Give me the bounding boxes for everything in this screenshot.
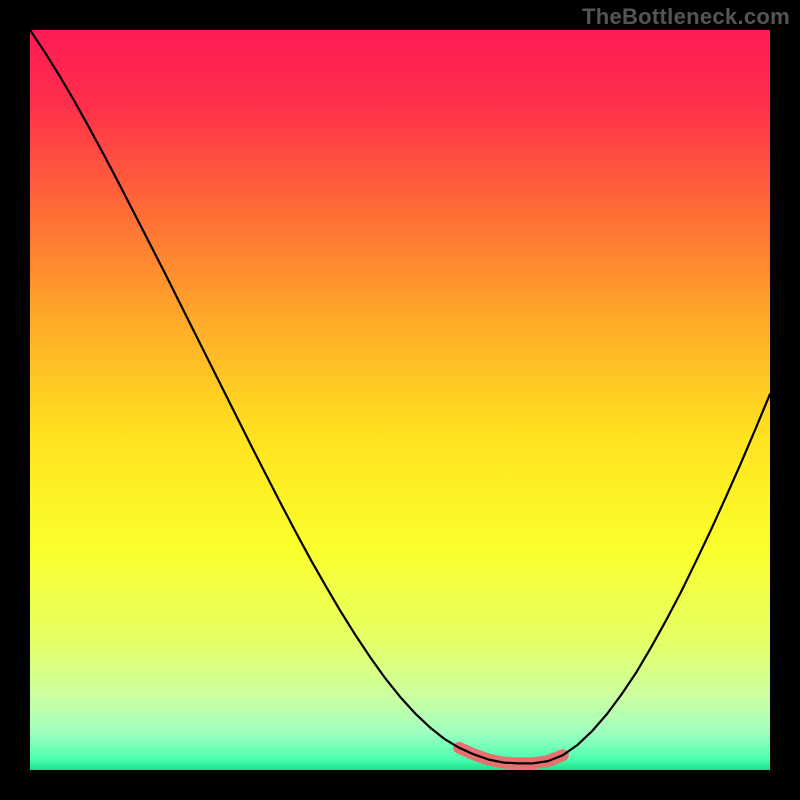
- plot-area: [30, 30, 770, 770]
- chart-frame: TheBottleneck.com: [0, 0, 800, 800]
- gradient-background: [30, 30, 770, 770]
- chart-svg: [30, 30, 770, 770]
- watermark-text: TheBottleneck.com: [582, 4, 790, 30]
